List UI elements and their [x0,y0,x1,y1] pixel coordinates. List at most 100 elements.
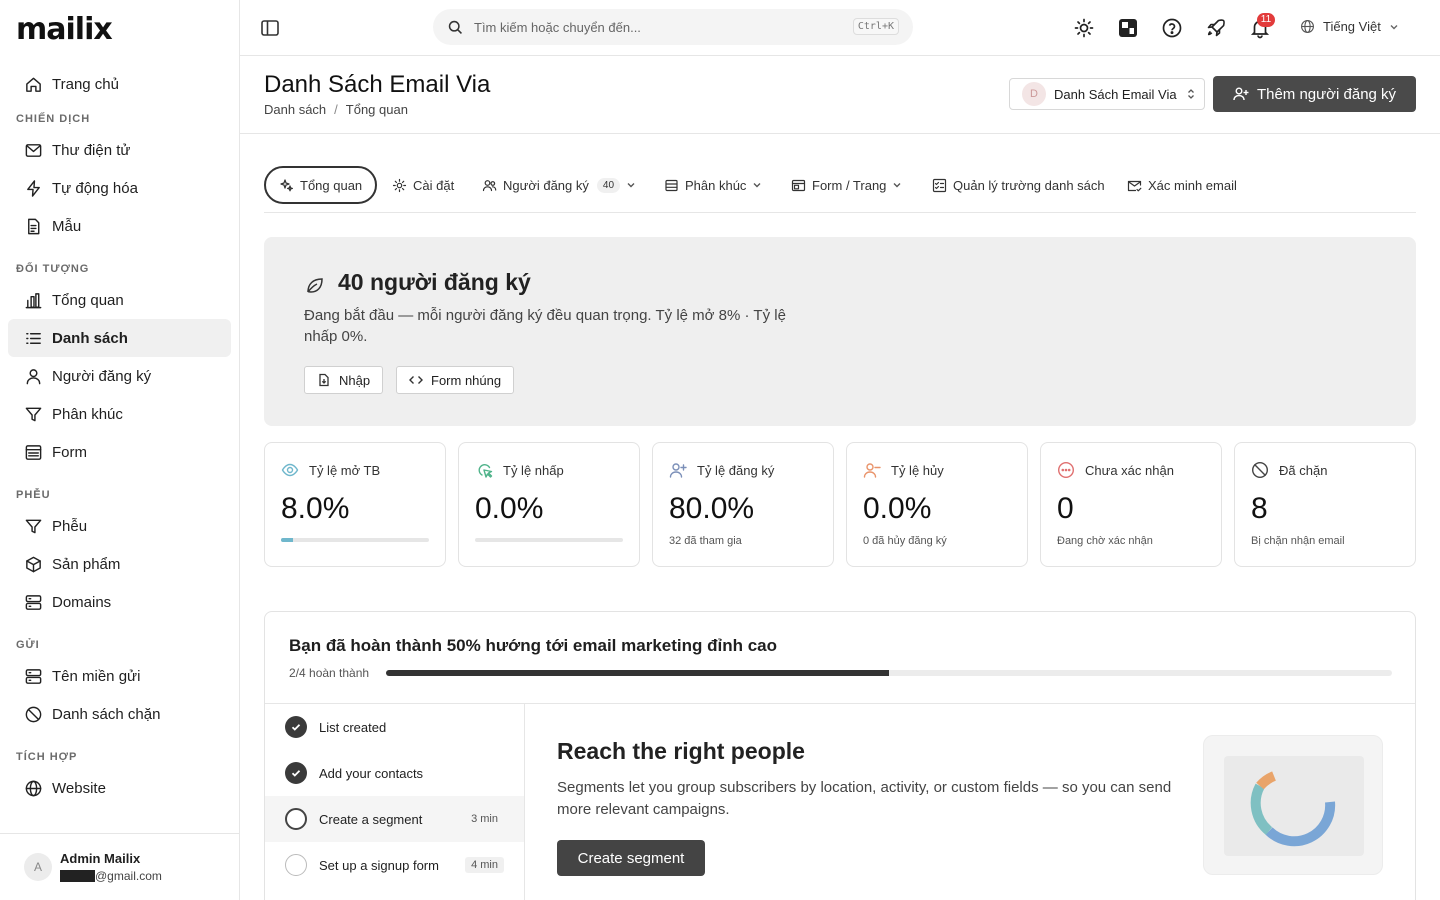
user-email: @gmail.com [60,869,162,883]
breadcrumb-item: Tổng quan [345,102,408,117]
sidebar-item[interactable]: Form [8,433,231,471]
widget-icon[interactable] [1117,17,1139,39]
search-icon [448,20,462,34]
user-icon [26,368,41,384]
sidebar-item[interactable]: Phễu [8,507,231,545]
sidebar-item-label: Website [52,779,106,797]
tab[interactable]: Tổng quan [264,166,378,204]
sidebar-item[interactable]: Sản phẩm [8,545,231,583]
import-button[interactable]: Nhập [304,366,384,394]
bar-chart-icon [25,292,42,308]
stat-card: Tỷ lệ nhấp 0.0% [458,442,640,567]
create-segment-button[interactable]: Create segment [557,840,705,876]
sidebar-item[interactable]: Tự động hóa [8,169,231,207]
sidebar-item[interactable]: Phân khúc [8,395,231,433]
server-icon [25,594,42,610]
file-text-icon [28,218,40,234]
onboarding-step[interactable]: Create a segment 3 min [265,796,524,842]
avatar: A [24,853,52,881]
help-icon[interactable] [1161,17,1183,39]
tab-label: Tổng quan [300,177,363,193]
stat-header: Chưa xác nhận [1057,461,1174,479]
sidebar-item-label: Tên miền gửi [52,667,141,685]
search-bar[interactable]: Ctrl+K [433,9,913,45]
ban-icon [25,706,42,722]
check-icon [285,716,307,738]
step-label: Set up a signup form [319,857,439,873]
hero-subtitle: Đang bắt đầu — mỗi người đăng ký đều qua… [304,307,786,345]
sidebar-item[interactable]: Domains [8,583,231,621]
rocket-icon[interactable] [1205,17,1227,39]
stat-label: Chưa xác nhận [1085,462,1174,478]
notification-badge: 11 [1257,13,1275,27]
sidebar-item[interactable]: Website [8,769,231,807]
logo[interactable]: mailix [16,12,113,47]
tab[interactable]: Cài đặt [392,166,454,204]
eye-icon [281,463,299,477]
onboarding-step[interactable]: List created [265,704,524,750]
checklist-icon [932,178,947,192]
click-icon [478,464,493,478]
sidebar-item[interactable]: Tên miền gửi [8,657,231,695]
stat-card: Chưa xác nhận 0 Đang chờ xác nhận [1040,442,1222,567]
onboarding-steps: List created Add your contacts Create a se… [265,703,525,900]
sidebar-item[interactable]: Danh sách [8,319,231,357]
funnel-icon [25,519,42,533]
tab[interactable]: Xác minh email [1127,166,1237,204]
empty-circle-icon [285,854,307,876]
filter-icon [25,407,42,421]
chevron-updown-icon [1187,89,1194,99]
sidebar-toggle-icon[interactable] [260,18,280,38]
tab[interactable]: Phân khúc [664,166,762,204]
stat-progress-bar [281,538,429,542]
tab[interactable]: Người đăng ký 40 [482,166,636,204]
sidebar-item-label: Tổng quan [52,291,124,309]
list-selector[interactable]: D Danh Sách Email Via [1009,78,1205,110]
onboarding-step[interactable]: Add your contacts [265,750,524,796]
add-subscriber-label: Thêm người đăng ký [1256,85,1397,103]
page-title: Danh Sách Email Via [264,71,491,98]
sidebar-item[interactable]: Trang chủ [8,65,231,103]
user-profile[interactable]: A Admin Mailix @gmail.com [0,833,239,900]
breadcrumb-item[interactable]: Danh sách [264,102,326,117]
stat-header: Tỷ lệ mở TB [281,461,380,479]
chevron-down-icon [627,183,635,188]
stat-label: Tỷ lệ mở TB [309,462,381,478]
sidebar: mailix Trang chủ CHIẾN DỊCH Thư điện tử Tự … [0,0,240,900]
sidebar-item[interactable]: Mẫu [8,207,231,245]
onboarding-step[interactable]: Set up a signup form 4 min [265,842,524,888]
stat-label: Tỷ lệ đăng ký [697,462,775,478]
sidebar-item[interactable]: Danh sách chặn [8,695,231,733]
sidebar-item-label: Danh sách [52,329,128,347]
add-subscriber-button[interactable]: Thêm người đăng ký [1213,76,1416,112]
tab[interactable]: Form / Trang [791,166,902,204]
sidebar-item[interactable]: Người đăng ký [8,357,231,395]
sidebar-item-label: Phân khúc [52,405,123,423]
sparkles-icon [280,178,293,191]
chevron-down-icon [1390,24,1398,29]
sidebar-item[interactable]: Thư điện tử [8,131,231,169]
sidebar-item-label: Người đăng ký [52,367,152,385]
list-icon [26,332,41,344]
form-icon [25,444,42,460]
user-email-suffix: @gmail.com [95,869,162,883]
onboarding-progress-bar [386,670,1392,676]
search-input[interactable] [474,19,834,35]
onboarding-card: Bạn đã hoàn thành 50% hướng tới email ma… [264,611,1416,900]
stat-card: Tỷ lệ mở TB 8.0% [264,442,446,567]
sidebar-item[interactable]: Tổng quan [8,281,231,319]
sun-icon[interactable] [1073,17,1095,39]
sidebar-item-label: Sản phẩm [52,555,121,573]
embed-form-button[interactable]: Form nhúng [396,366,515,394]
search-shortcut: Ctrl+K [852,18,899,35]
sidebar-section-header: GỬI [16,639,40,651]
globe-icon [1301,20,1314,33]
gear-icon [392,178,407,192]
language-selector[interactable]: Tiếng Việt [1300,19,1399,34]
tab[interactable]: Quản lý trường danh sách [932,166,1105,204]
stat-header: Tỷ lệ hủy [863,461,944,479]
globe-icon [25,780,42,796]
code-icon [409,376,423,384]
package-icon [26,556,41,572]
stat-label: Tỷ lệ hủy [891,462,944,478]
